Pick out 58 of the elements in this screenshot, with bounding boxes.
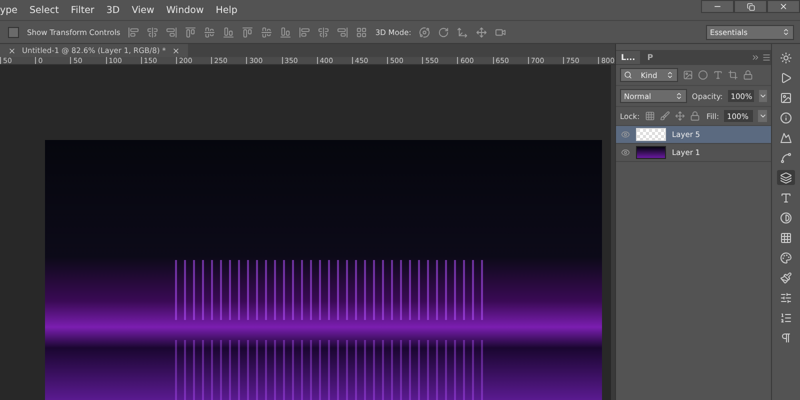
panel-tab[interactable]: P — [642, 51, 658, 64]
menu-item[interactable]: Select — [30, 4, 59, 16]
align-icon[interactable] — [204, 26, 216, 38]
align-icon[interactable] — [337, 26, 348, 38]
up-down-arrows-icon — [666, 71, 674, 79]
align-icon[interactable] — [356, 26, 368, 38]
move-icon[interactable] — [674, 111, 685, 121]
align-icon[interactable] — [261, 26, 272, 38]
orbit-icon[interactable] — [419, 26, 430, 38]
align-icon[interactable] — [299, 26, 310, 38]
crop-icon[interactable] — [728, 70, 738, 80]
caret-icon — [758, 112, 766, 120]
panel-tab[interactable]: L... — [616, 51, 640, 64]
close-icon — [779, 2, 788, 11]
align-icon[interactable] — [223, 26, 234, 38]
move-icon[interactable] — [476, 26, 488, 38]
align-icon[interactable] — [166, 26, 178, 38]
close-icon[interactable] — [8, 46, 16, 54]
up-down-arrows-icon — [782, 28, 790, 36]
dropdown-button[interactable] — [758, 110, 767, 122]
brush-icon[interactable] — [660, 111, 670, 121]
align-icon[interactable] — [128, 26, 140, 38]
type-icon[interactable] — [713, 70, 723, 80]
expand-icon[interactable] — [751, 53, 760, 62]
align-icon[interactable] — [242, 26, 254, 38]
menu-icon[interactable] — [762, 53, 771, 62]
eye-icon[interactable] — [621, 130, 630, 139]
lock-icon[interactable] — [690, 111, 700, 121]
dropdown-button[interactable] — [758, 90, 767, 102]
image-icon[interactable] — [683, 70, 693, 80]
close-button[interactable] — [767, 0, 800, 13]
eye-icon[interactable] — [621, 148, 630, 157]
align-icon[interactable] — [147, 26, 158, 38]
menu-item[interactable]: Window — [166, 4, 204, 16]
menu-item[interactable]: Filter — [70, 4, 94, 16]
menu-item[interactable]: 3D — [106, 4, 120, 16]
circle-icon[interactable] — [698, 70, 708, 80]
restore-icon — [746, 2, 754, 10]
checkbox[interactable] — [8, 26, 19, 38]
grid-icon[interactable] — [644, 111, 655, 121]
video-icon[interactable] — [495, 26, 506, 38]
caret-icon — [758, 92, 767, 100]
menu-item[interactable]: View — [132, 4, 154, 16]
menu-item[interactable]: ype — [0, 4, 18, 16]
lock-icon[interactable] — [743, 70, 753, 80]
close-icon[interactable] — [172, 46, 180, 54]
layer-thumbnail — [636, 128, 666, 141]
up-down-arrows-icon — [674, 92, 683, 100]
search-icon — [624, 71, 632, 79]
align-icon[interactable] — [318, 26, 330, 38]
rotate-icon[interactable] — [438, 26, 450, 38]
align-icon[interactable] — [185, 26, 196, 38]
layer-thumbnail — [636, 146, 666, 159]
move-icon[interactable] — [457, 26, 468, 38]
layers-icon[interactable] — [777, 170, 795, 185]
align-icon[interactable] — [280, 26, 292, 38]
restore-button[interactable] — [734, 0, 767, 13]
menu-item[interactable]: Help — [216, 4, 238, 16]
